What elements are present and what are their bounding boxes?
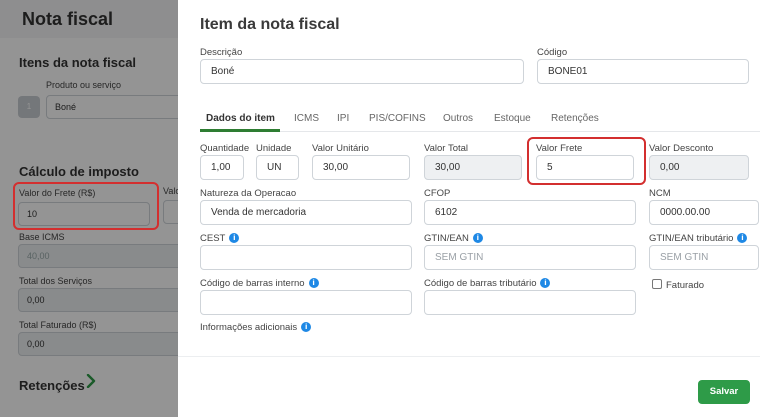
barcode-internal-input[interactable] [200, 290, 412, 315]
tab-icms[interactable]: ICMS [294, 113, 319, 124]
tab-pis-cofins[interactable]: PIS/COFINS [369, 113, 426, 124]
additional-info-icon[interactable]: i [301, 322, 312, 333]
unit-label: Unidade [256, 143, 292, 154]
total-value-input: 30,00 [424, 155, 522, 180]
tab-dados-do-item[interactable]: Dados do item [206, 113, 275, 124]
operation-label: Natureza da Operacao [200, 188, 297, 199]
tab-outros[interactable]: Outros [443, 113, 473, 124]
gtin-label-text: GTIN/EAN [424, 233, 469, 244]
save-button[interactable]: Salvar [698, 380, 750, 404]
unit-input[interactable]: UN [256, 155, 299, 180]
billed-checkbox-label: Faturado [666, 280, 705, 291]
ncm-label: NCM [649, 188, 671, 199]
cest-input[interactable] [200, 245, 412, 270]
barcode-tax-input[interactable] [424, 290, 636, 315]
cest-info-icon[interactable]: i [229, 233, 240, 244]
drawer-title: Item da nota fiscal [200, 16, 340, 33]
operation-input[interactable]: Venda de mercadoria [200, 200, 412, 225]
quantity-input[interactable]: 1,00 [200, 155, 244, 180]
barcode-tax-label: Código de barras tributário i [424, 278, 551, 289]
gtin-tax-label-text: GTIN/EAN tributário [649, 233, 734, 244]
unit-price-input[interactable]: 30,00 [312, 155, 410, 180]
gtin-info-icon[interactable]: i [472, 233, 483, 244]
gtin-input[interactable]: SEM GTIN [424, 245, 636, 270]
gtin-tax-label: GTIN/EAN tributário i [649, 233, 748, 244]
ncm-input[interactable]: 0000.00.00 [649, 200, 759, 225]
discount-input: 0,00 [649, 155, 749, 180]
barcode-tax-info-icon[interactable]: i [540, 278, 551, 289]
additional-info-label: Informações adicionais i [200, 322, 312, 333]
code-input[interactable]: BONE01 [537, 59, 749, 84]
highlight-box-freight [527, 137, 646, 185]
billed-checkbox[interactable] [652, 279, 662, 289]
cfop-input[interactable]: 6102 [424, 200, 636, 225]
tab-ipi[interactable]: IPI [337, 113, 349, 124]
tab-estoque[interactable]: Estoque [494, 113, 531, 124]
gtin-tax-input[interactable]: SEM GTIN [649, 245, 759, 270]
highlight-box-bg-freight [13, 182, 159, 230]
gtin-label: GTIN/EAN i [424, 233, 483, 244]
cest-label-text: CEST [200, 233, 226, 244]
active-tab-indicator [200, 129, 280, 132]
barcode-internal-info-icon[interactable]: i [308, 278, 319, 289]
gtin-tax-info-icon[interactable]: i [737, 233, 748, 244]
unit-price-label: Valor Unitário [312, 143, 369, 154]
barcode-internal-label-text: Código de barras interno [200, 278, 305, 289]
code-label: Código [537, 47, 568, 58]
barcode-tax-label-text: Código de barras tributário [424, 278, 537, 289]
footer-divider [178, 356, 760, 357]
tab-retencoes[interactable]: Retenções [551, 113, 599, 124]
item-drawer: Item da nota fiscal Descrição Boné Códig… [178, 0, 760, 417]
discount-label: Valor Desconto [649, 143, 714, 154]
total-value-label: Valor Total [424, 143, 469, 154]
quantity-label: Quantidade [200, 143, 250, 154]
item-tabs: Dados do item ICMS IPI PIS/COFINS Outros… [200, 110, 760, 132]
description-label: Descrição [200, 47, 243, 58]
additional-info-label-text: Informações adicionais [200, 322, 298, 333]
cfop-label: CFOP [424, 188, 451, 199]
cest-label: CEST i [200, 233, 240, 244]
description-input[interactable]: Boné [200, 59, 524, 84]
barcode-internal-label: Código de barras interno i [200, 278, 319, 289]
